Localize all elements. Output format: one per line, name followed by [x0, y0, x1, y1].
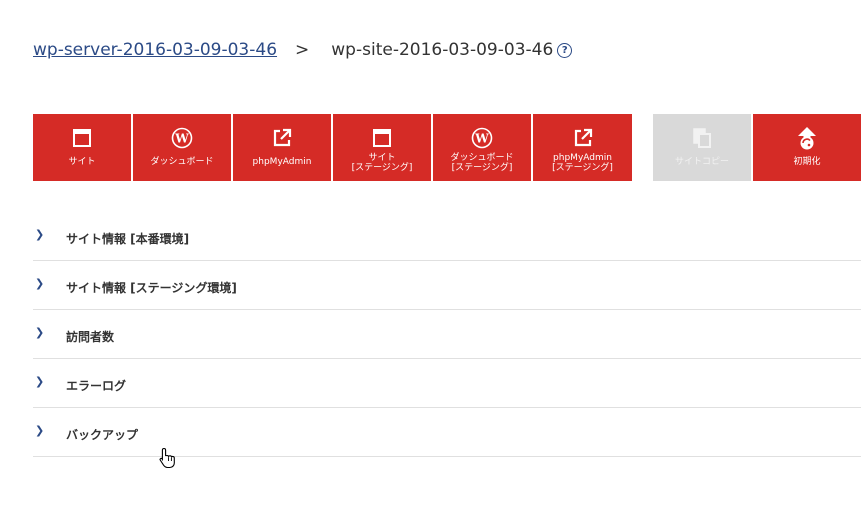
button-label: phpMyAdmin: [252, 157, 312, 167]
info-accordion: ❯ サイト情報 [本番環境] ❯ サイト情報 [ステージング環境] ❯ 訪問者数…: [33, 212, 861, 457]
wordpress-icon: W: [471, 127, 493, 149]
site-copy-button[interactable]: サイトコピー: [653, 114, 751, 181]
button-label: ダッシュボード [ステージング]: [450, 153, 514, 173]
chevron-right-icon: ❯: [35, 228, 45, 241]
staging-site-button[interactable]: サイト [ステージング]: [333, 114, 431, 181]
accordion-error-log[interactable]: ❯ エラーログ: [33, 359, 861, 408]
breadcrumb-separator: >: [295, 40, 310, 60]
phpmyadmin-button[interactable]: phpMyAdmin: [233, 114, 331, 181]
site-name: wp-site-2016-03-09-03-46: [331, 40, 554, 60]
action-button-bar: サイト W ダッシュボード phpMyAdmin サイト [ステージング] W …: [33, 114, 861, 181]
accordion-label: バックアップ: [66, 428, 139, 442]
accordion-label: サイト情報 [ステージング環境]: [66, 281, 237, 295]
accordion-label: 訪問者数: [66, 330, 115, 344]
copy-icon: [692, 127, 712, 149]
accordion-production-info[interactable]: ❯ サイト情報 [本番環境]: [33, 212, 861, 261]
reset-icon: [795, 127, 819, 150]
accordion-label: エラーログ: [66, 379, 127, 393]
accordion-staging-info[interactable]: ❯ サイト情報 [ステージング環境]: [33, 261, 861, 310]
chevron-right-icon: ❯: [35, 424, 45, 437]
button-label: サイト: [68, 157, 96, 167]
svg-text:W: W: [474, 132, 489, 146]
button-label: 初期化: [793, 157, 821, 167]
dashboard-button[interactable]: W ダッシュボード: [133, 114, 231, 181]
button-label: ダッシュボード: [150, 157, 214, 167]
button-label: サイトコピー: [674, 157, 729, 167]
staging-phpmyadmin-button[interactable]: phpMyAdmin [ステージング]: [533, 114, 632, 181]
staging-dashboard-button[interactable]: W ダッシュボード [ステージング]: [433, 114, 531, 181]
help-icon[interactable]: ?: [557, 42, 573, 58]
button-label: サイト [ステージング]: [351, 153, 413, 173]
external-link-icon: [572, 127, 594, 149]
wordpress-icon: W: [171, 127, 193, 149]
breadcrumb: wp-server-2016-03-09-03-46 > wp-site-201…: [33, 38, 573, 62]
server-link[interactable]: wp-server-2016-03-09-03-46: [33, 40, 277, 60]
accordion-visitors[interactable]: ❯ 訪問者数: [33, 310, 861, 359]
window-icon: [72, 127, 92, 149]
accordion-label: サイト情報 [本番環境]: [66, 232, 190, 246]
site-button[interactable]: サイト: [33, 114, 131, 181]
reset-button[interactable]: 初期化: [753, 114, 861, 181]
hand-pointer-cursor-icon: [158, 447, 178, 473]
button-label: phpMyAdmin [ステージング]: [552, 153, 613, 173]
external-link-icon: [271, 127, 293, 149]
window-icon: [372, 127, 392, 149]
chevron-right-icon: ❯: [35, 277, 45, 290]
svg-text:W: W: [174, 132, 189, 146]
chevron-right-icon: ❯: [35, 326, 45, 339]
chevron-right-icon: ❯: [35, 375, 45, 388]
